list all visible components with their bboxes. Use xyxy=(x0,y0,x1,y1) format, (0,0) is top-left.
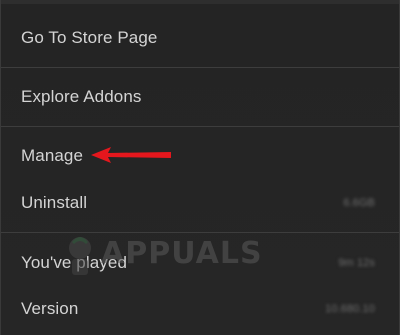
menu-divider xyxy=(1,232,399,233)
menu-item-label: Version xyxy=(21,299,79,318)
context-menu: Go To Store Page Explore Addons Manage U… xyxy=(0,0,400,335)
menu-item-explore-addons[interactable]: Explore Addons xyxy=(1,75,399,119)
menu-item-value: 10.680.10 xyxy=(325,303,375,315)
menu-item-label: You've played xyxy=(21,253,128,272)
menu-item-label: Uninstall xyxy=(21,193,88,212)
menu-item-time-played: You've played 9m 12s xyxy=(1,241,399,285)
menu-item-label: Go To Store Page xyxy=(21,28,158,47)
menu-divider xyxy=(1,126,399,127)
menu-item-uninstall[interactable]: Uninstall 6.6GB xyxy=(1,181,399,225)
menu-item-version: Version 10.680.10 xyxy=(1,287,399,331)
red-arrow-icon xyxy=(91,147,171,163)
menu-item-label: Manage xyxy=(21,146,84,165)
menu-divider xyxy=(1,67,399,68)
menu-item-value: 9m 12s xyxy=(338,257,375,269)
menu-top-edge xyxy=(1,0,399,4)
menu-item-go-to-store-page[interactable]: Go To Store Page xyxy=(1,16,399,60)
menu-item-label: Explore Addons xyxy=(21,87,142,106)
menu-item-value: 6.6GB xyxy=(343,197,375,209)
menu-item-manage[interactable]: Manage xyxy=(1,134,399,178)
